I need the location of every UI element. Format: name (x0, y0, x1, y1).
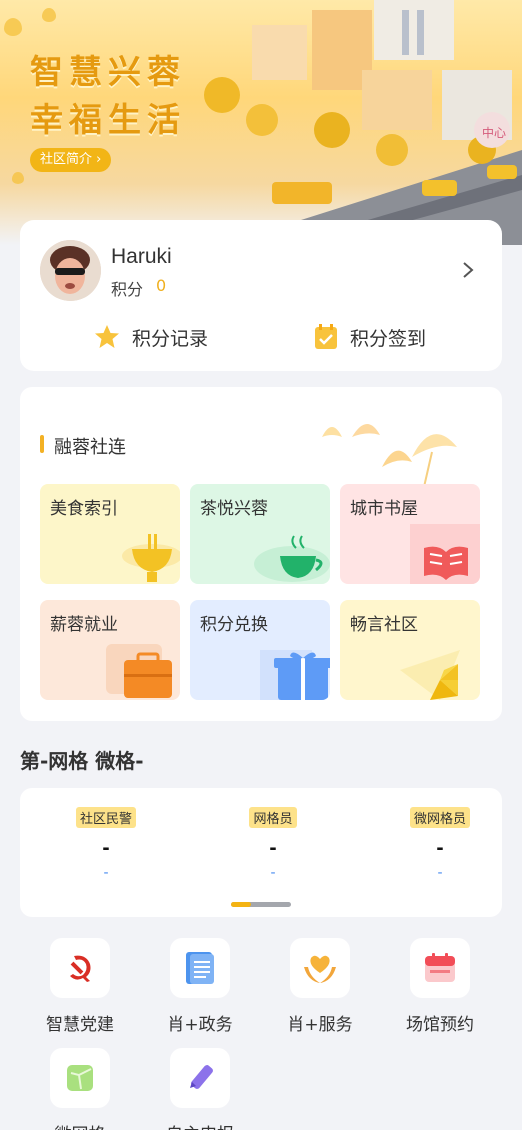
service-services[interactable]: 肖+服务 (270, 938, 370, 1035)
service-label: 自主申报 (150, 1120, 250, 1130)
grid-staff-card[interactable]: 社区民警 - - 网格员 - - 微网格员 - - (20, 788, 502, 917)
section-title: 融蓉社连 (54, 437, 126, 458)
points-label: 积分 (111, 280, 144, 299)
service-icon-box (410, 938, 470, 998)
staff-tag: 网格员 (249, 807, 297, 828)
service-icon-box (290, 938, 350, 998)
document-icon (186, 952, 214, 984)
map-icon (67, 1065, 93, 1091)
service-label: 智慧党建 (46, 1015, 114, 1035)
pencil-icon (190, 1065, 213, 1089)
ginkgo-leaf-icon (12, 172, 24, 184)
staff-name: - (269, 838, 277, 859)
staff-phone[interactable]: - (223, 866, 323, 880)
points-record-button[interactable]: 积分记录 (94, 322, 208, 352)
staff-tag: 微网格员 (409, 807, 470, 828)
calendar-icon (425, 953, 455, 982)
username: Haruki (111, 245, 172, 268)
calendar-check-icon (315, 324, 337, 349)
avatar[interactable] (40, 240, 101, 301)
service-self-report[interactable]: 自主申报 (150, 1048, 250, 1130)
city-illustration (204, 0, 522, 245)
points-value: 0 (156, 276, 167, 295)
avatar-image (40, 240, 101, 301)
service-label: 肖+服务 (287, 1015, 353, 1035)
tile-community-talk[interactable]: 畅言社区 (340, 600, 480, 700)
service-smart-party[interactable]: 智慧党建 (30, 938, 130, 1035)
food-icon (122, 534, 180, 582)
tile-points-exchange[interactable]: 积分兑换 (190, 600, 330, 700)
intro-button-label: 社区简介 (40, 152, 93, 167)
gift-icon (260, 650, 330, 700)
user-card[interactable]: Haruki 积分 0 积分记录 积分签到 (20, 220, 502, 371)
staff-column-micro-grid-member: 微网格员 - - (390, 807, 490, 880)
staff-phone[interactable]: - (56, 866, 156, 880)
points-checkin-button[interactable]: 积分签到 (314, 322, 426, 352)
tile-food-index[interactable]: 美食索引 (40, 484, 180, 584)
ginkgo-leaf-icon (42, 8, 56, 22)
service-venue-booking[interactable]: 场馆预约 (390, 938, 490, 1035)
service-icon-box (50, 1048, 110, 1108)
briefcase-icon (106, 644, 172, 698)
staff-name: - (436, 838, 444, 859)
ginkgo-leaves-icon (322, 423, 457, 487)
staff-tag: 社区民警 (75, 807, 136, 828)
service-government[interactable]: 肖+政务 (150, 938, 250, 1035)
tea-cup-icon (254, 535, 330, 582)
service-icon-box (170, 1048, 230, 1108)
scroll-indicator-thumb[interactable] (231, 902, 251, 907)
book-icon (410, 524, 480, 584)
star-icon (95, 325, 119, 348)
paper-plane-icon (400, 650, 460, 700)
banner-title-line1: 智慧兴蓉 (30, 52, 186, 91)
ginkgo-leaf-icon (4, 18, 22, 36)
banner-title-line2: 幸福生活 (30, 100, 186, 139)
building-sign: 中心 (482, 126, 507, 140)
service-label: 场馆预约 (406, 1015, 474, 1035)
service-label: 肖+政务 (167, 1015, 233, 1035)
tile-employment[interactable]: 薪蓉就业 (40, 600, 180, 700)
chevron-right-icon: › (96, 152, 102, 167)
staff-column-police: 社区民警 - - (56, 807, 156, 880)
banner: 智慧兴蓉 幸福生活 社区简介 › 中心 (0, 0, 522, 245)
chevron-right-icon[interactable] (460, 260, 476, 280)
points-checkin-label: 积分签到 (350, 327, 427, 350)
tile-city-bookstore[interactable]: 城市书屋 (340, 484, 480, 584)
tile-tea[interactable]: 茶悦兴蓉 (190, 484, 330, 584)
service-label: 微网格 (30, 1120, 130, 1130)
points-record-label: 积分记录 (132, 327, 209, 350)
grid-title: 第-网格 微格- (20, 749, 144, 773)
staff-column-grid-member: 网格员 - - (223, 807, 323, 880)
section-accent-bar (40, 435, 44, 453)
community-section: 融蓉社连 美食索引 茶悦兴蓉 城市书屋 薪蓉就业 积分兑换 畅言社区 (20, 387, 502, 721)
heart-hands-icon (304, 955, 336, 983)
service-icon-box (170, 938, 230, 998)
staff-phone[interactable]: - (390, 866, 490, 880)
staff-name: - (102, 838, 110, 859)
service-micro-grid[interactable]: 微网格 (30, 1048, 130, 1130)
community-intro-button[interactable]: 社区简介 › (30, 148, 112, 172)
party-emblem-icon (70, 955, 91, 982)
service-icon-box (50, 938, 110, 998)
